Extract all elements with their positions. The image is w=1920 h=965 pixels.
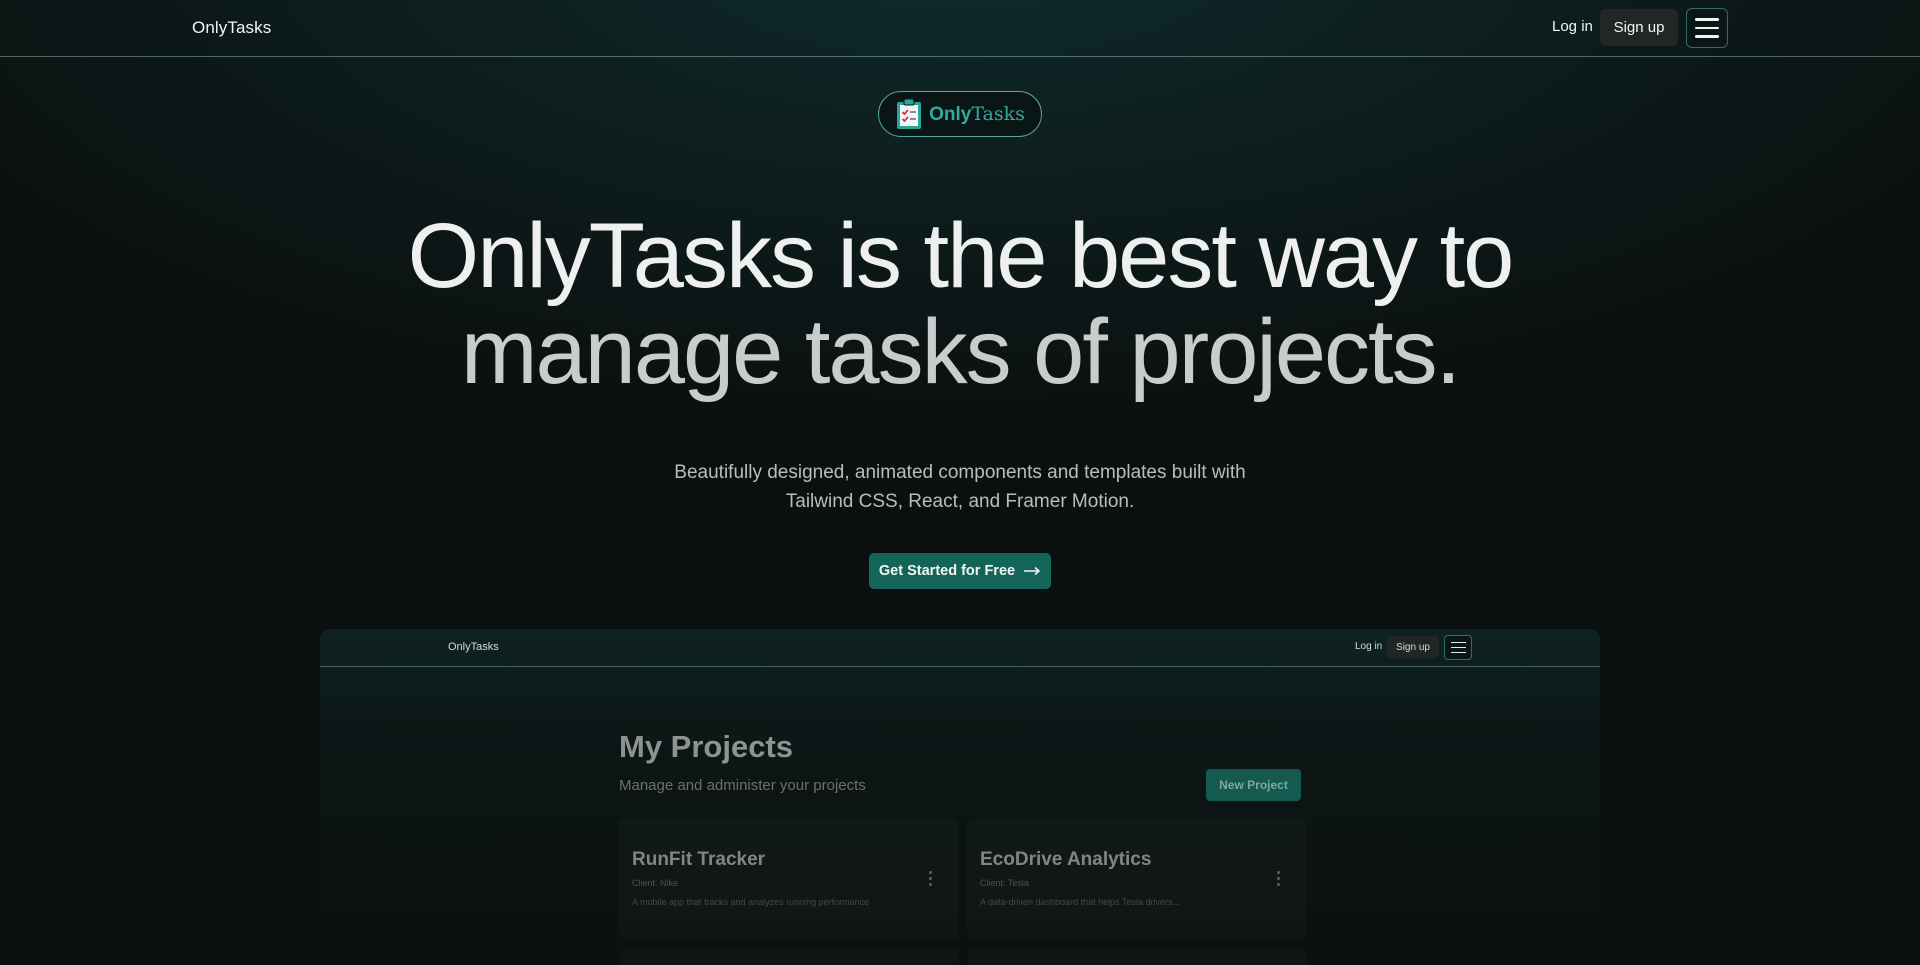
preview-page-subtitle: Manage and administer your projects (619, 777, 866, 794)
more-options-icon (1277, 871, 1280, 886)
arrow-right-icon (1024, 566, 1041, 576)
get-started-label: Get Started for Free (878, 563, 1016, 579)
project-description: A data-driven dashboard that helps Tesla… (980, 897, 1180, 907)
login-link[interactable]: Log in (1552, 18, 1593, 35)
more-options-icon (929, 871, 932, 886)
app-preview: OnlyTasks Log in Sign up My Projects Man… (320, 629, 1600, 965)
preview-project-card: EcoDrive Analytics Client: Tesla A data-… (967, 819, 1307, 939)
logo-badge: OnlyTasks (878, 91, 1042, 137)
clipboard-check-icon (897, 98, 922, 129)
logo-wordmark: OnlyTasks (929, 102, 1025, 125)
project-title: EcoDrive Analytics (980, 849, 1152, 870)
hero-subtitle-line-2: Tailwind CSS, React, and Framer Motion. (785, 491, 1135, 512)
preview-project-card-partial (967, 949, 1307, 965)
preview-hamburger-menu-icon (1444, 635, 1472, 660)
project-client: Client: Nike (632, 878, 679, 888)
hero-title: OnlyTasks is the best way to manage task… (260, 208, 1660, 400)
project-title: RunFit Tracker (632, 849, 766, 870)
preview-new-project-button: New Project (1206, 769, 1301, 801)
brand-link[interactable]: OnlyTasks (192, 18, 271, 38)
preview-page-title: My Projects (619, 729, 794, 764)
hamburger-menu-icon[interactable] (1686, 8, 1728, 48)
hero-subtitle-line-1: Beautifully designed, animated component… (674, 462, 1246, 483)
hero-title-line-1: OnlyTasks is the best way to (407, 205, 1515, 307)
landing-page: OnlyTasks Log in Sign up OnlyTasks OnlyT… (0, 0, 1920, 965)
hero-subtitle: Beautifully designed, animated component… (560, 458, 1360, 516)
signup-button[interactable]: Sign up (1600, 9, 1678, 46)
preview-project-card: RunFit Tracker Client: Nike A mobile app… (619, 819, 959, 939)
top-navbar: OnlyTasks Log in Sign up (0, 0, 1920, 57)
project-description: A mobile app that tracks and analyzes ru… (632, 897, 870, 907)
preview-navbar: OnlyTasks Log in Sign up (320, 629, 1600, 667)
project-client: Client: Tesla (980, 878, 1029, 888)
preview-signup-button: Sign up (1387, 636, 1439, 658)
get-started-button[interactable]: Get Started for Free (869, 553, 1051, 589)
preview-login-link: Log in (1355, 641, 1383, 652)
preview-brand: OnlyTasks (448, 641, 499, 653)
preview-project-card-partial (619, 949, 959, 965)
hero-title-line-2: manage tasks of projects. (460, 301, 1461, 403)
